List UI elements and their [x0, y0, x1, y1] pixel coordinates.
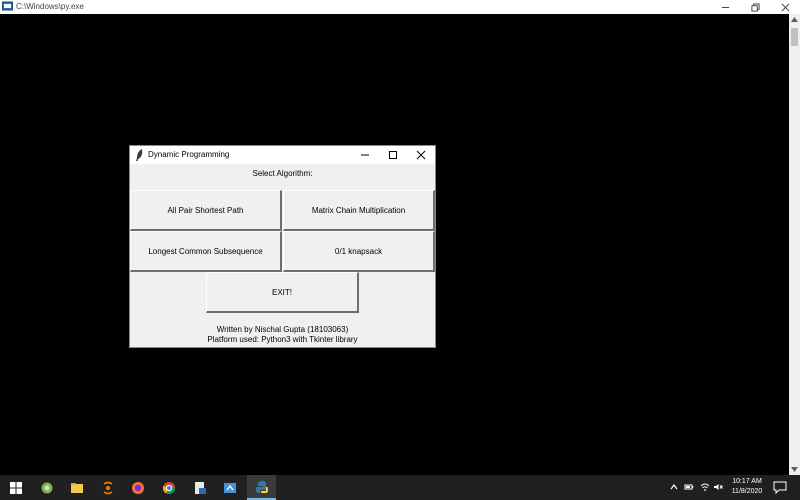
all-pair-shortest-path-button[interactable]: All Pair Shortest Path — [130, 190, 282, 231]
chevron-up-icon[interactable] — [669, 482, 679, 492]
scrollbar-thumb[interactable] — [791, 28, 798, 46]
windows-start-icon — [10, 481, 22, 494]
knapsack-button[interactable]: 0/1 knapsack — [283, 231, 435, 272]
dialog-close-button[interactable] — [407, 146, 435, 164]
console-scrollbar[interactable] — [789, 14, 800, 475]
file-explorer-icon — [71, 482, 83, 493]
matrix-chain-multiplication-button[interactable]: Matrix Chain Multiplication — [283, 190, 435, 231]
exit-button[interactable]: EXIT! — [206, 272, 359, 313]
console-titlebar: C:\Windows\py.exe — [0, 0, 800, 14]
console-restore-button[interactable] — [740, 0, 770, 14]
dialog-maximize-button[interactable] — [379, 146, 407, 164]
firefox-icon — [132, 481, 144, 494]
wifi-icon[interactable] — [700, 482, 710, 492]
chrome-icon — [162, 481, 175, 494]
minimize-icon — [721, 6, 729, 8]
app-icon — [103, 481, 113, 494]
taskbar-app-7[interactable] — [186, 475, 214, 500]
close-icon — [781, 3, 789, 11]
clock-time: 10:17 AM — [732, 478, 762, 485]
clock-date: 11/8/2020 — [731, 488, 763, 495]
platform-credit: Platform used: Python3 with Tkinter libr… — [207, 335, 358, 344]
app-icon — [41, 482, 53, 493]
taskbar-chrome[interactable] — [155, 475, 183, 500]
taskbar-clock[interactable]: 10:17 AM 11/8/2020 — [724, 477, 770, 497]
taskbar: 10:17 AM 11/8/2020 — [0, 475, 800, 500]
app-icon — [195, 481, 206, 494]
taskbar-app-1[interactable] — [33, 475, 61, 500]
taskbar-python[interactable] — [247, 475, 276, 500]
taskbar-app-8[interactable] — [216, 475, 244, 500]
console-minimize-button[interactable] — [710, 0, 740, 14]
battery-icon[interactable] — [684, 482, 694, 492]
minimize-icon — [361, 154, 369, 156]
maximize-icon — [389, 151, 397, 159]
dynamic-programming-window: Dynamic Programming Select Algorithm: Al… — [129, 145, 436, 348]
taskbar-firefox[interactable] — [124, 475, 152, 500]
start-button[interactable] — [2, 475, 30, 500]
console-app-icon — [2, 1, 13, 11]
restore-icon — [750, 2, 760, 12]
python-icon — [255, 480, 268, 493]
app-icon — [224, 482, 236, 493]
author-credit: Written by Nischal Gupta (18103063) — [216, 325, 349, 334]
dialog-title: Dynamic Programming — [148, 150, 230, 159]
console-close-button[interactable] — [770, 0, 800, 14]
close-icon — [416, 150, 426, 160]
dialog-minimize-button[interactable] — [351, 146, 379, 164]
dialog-titlebar[interactable]: Dynamic Programming — [130, 146, 435, 164]
tk-feather-icon — [136, 149, 143, 161]
console-title: C:\Windows\py.exe — [16, 2, 84, 11]
longest-common-subsequence-button[interactable]: Longest Common Subsequence — [130, 231, 282, 272]
notification-center-icon[interactable] — [773, 481, 787, 494]
speaker-muted-icon[interactable] — [713, 482, 723, 492]
taskbar-app-3[interactable] — [94, 475, 122, 500]
scroll-up-arrow-icon[interactable] — [789, 14, 800, 25]
scroll-down-arrow-icon[interactable] — [789, 464, 800, 475]
select-algorithm-label: Select Algorithm: — [252, 169, 313, 178]
taskbar-file-explorer[interactable] — [63, 475, 91, 500]
